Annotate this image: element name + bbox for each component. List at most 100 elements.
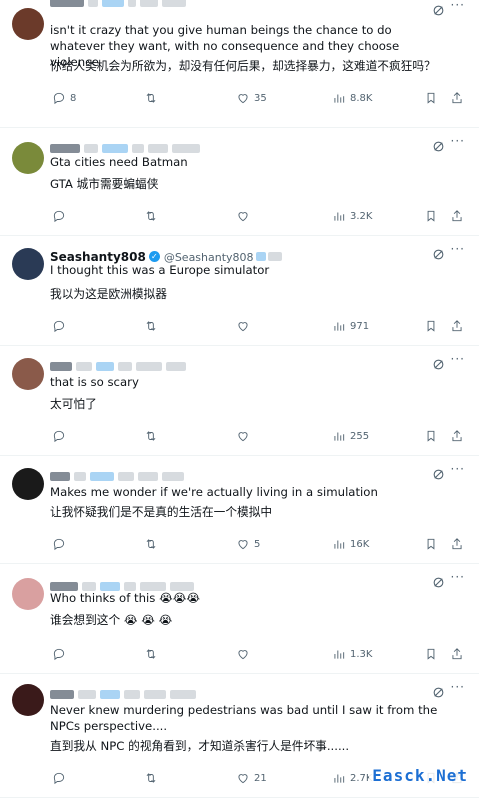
reply-button[interactable] (52, 646, 70, 662)
bookmark-button[interactable] (424, 90, 438, 106)
reply-button[interactable] (52, 536, 70, 552)
grok-icon[interactable] (432, 684, 445, 698)
retweet-button[interactable] (144, 536, 162, 552)
retweet-button[interactable] (144, 428, 162, 444)
blurred-handle (267, 252, 282, 261)
reply-count: 8 (70, 92, 77, 104)
blurred-header (124, 690, 140, 699)
grok-icon[interactable] (432, 574, 445, 588)
blurred-header (50, 690, 74, 699)
like-button[interactable]: 5 (236, 536, 260, 552)
post-translation: 太可怕了 (50, 397, 97, 411)
reply-button[interactable] (52, 428, 70, 444)
reply-button[interactable] (52, 770, 70, 786)
post[interactable]: ··· Who thinks of this 😭😭😭 谁会想到这个 😭 😭 😭 … (0, 564, 479, 674)
more-icon[interactable]: ··· (451, 134, 465, 148)
grok-icon[interactable] (432, 138, 445, 152)
views-count: 1.3K (350, 648, 373, 660)
post[interactable]: ··· Gta cities need Batman GTA 城市需要蝙蝠侠 3… (0, 128, 479, 236)
views-count: 255 (350, 430, 370, 442)
more-icon[interactable]: ··· (451, 0, 465, 12)
action-bar: 971 (52, 318, 464, 334)
blurred-header (50, 472, 70, 481)
views-button[interactable]: 8.8K (332, 90, 372, 106)
blurred-header (50, 362, 72, 371)
like-button[interactable] (236, 646, 254, 662)
bookmark-button[interactable] (424, 536, 438, 552)
post-header (50, 466, 188, 484)
avatar[interactable] (12, 358, 44, 390)
post[interactable]: ··· Makes me wonder if we're actually li… (0, 456, 479, 564)
retweet-button[interactable] (144, 770, 162, 786)
bookmark-button[interactable] (424, 428, 438, 444)
views-button[interactable]: 1.3K (332, 646, 372, 662)
blurred-header (118, 362, 132, 371)
retweet-button[interactable] (144, 646, 162, 662)
action-bar: 8 35 8.8K (52, 90, 464, 106)
views-count: 971 (350, 320, 370, 332)
blurred-header (140, 0, 158, 7)
like-button[interactable] (236, 318, 254, 334)
views-button[interactable]: 971 (332, 318, 369, 334)
post-text: that is so scary (50, 375, 139, 389)
more-icon[interactable]: ··· (451, 680, 465, 694)
avatar[interactable] (12, 142, 44, 174)
blurred-header (88, 0, 98, 7)
post-translation: 谁会想到这个 😭 😭 😭 (50, 613, 173, 627)
views-button[interactable]: 255 (332, 428, 369, 444)
blurred-header (148, 144, 168, 153)
avatar[interactable] (12, 248, 44, 280)
blurred-header (90, 472, 114, 481)
like-button[interactable] (236, 208, 254, 224)
views-count: 8.8K (350, 92, 373, 104)
blurred-header (144, 690, 166, 699)
retweet-button[interactable] (144, 318, 162, 334)
like-button[interactable]: 21 (236, 770, 267, 786)
avatar[interactable] (12, 578, 44, 610)
like-count: 5 (254, 538, 261, 550)
blurred-header (50, 144, 80, 153)
avatar[interactable] (12, 684, 44, 716)
grok-icon[interactable] (432, 246, 445, 260)
views-button[interactable]: 16K (332, 536, 369, 552)
post-header (50, 0, 190, 10)
like-count: 21 (254, 772, 267, 784)
avatar[interactable] (12, 8, 44, 40)
reply-button[interactable] (52, 208, 70, 224)
like-button[interactable] (236, 428, 254, 444)
share-button[interactable] (450, 428, 464, 444)
like-button[interactable]: 35 (236, 90, 267, 106)
avatar[interactable] (12, 468, 44, 500)
share-button[interactable] (450, 318, 464, 334)
share-button[interactable] (450, 208, 464, 224)
views-button[interactable]: 2.7K (332, 770, 372, 786)
blurred-header (74, 472, 86, 481)
share-button[interactable] (450, 536, 464, 552)
reply-button[interactable] (52, 318, 70, 334)
blurred-header (118, 472, 134, 481)
post-translation: 让我怀疑我们是不是真的生活在一个模拟中 (50, 505, 273, 519)
more-icon[interactable]: ··· (451, 462, 465, 476)
post-text: Gta cities need Batman (50, 155, 188, 169)
views-button[interactable]: 3.2K (332, 208, 372, 224)
retweet-button[interactable] (144, 90, 162, 106)
grok-icon[interactable] (432, 2, 445, 16)
retweet-button[interactable] (144, 208, 162, 224)
share-button[interactable] (450, 646, 464, 662)
grok-icon[interactable] (432, 356, 445, 370)
post[interactable]: Seashanty808 ✓ @Seashanty808 ··· I thought… (0, 236, 479, 346)
bookmark-button[interactable] (424, 208, 438, 224)
blurred-header (128, 0, 136, 7)
bookmark-button[interactable] (424, 318, 438, 334)
reply-button[interactable]: 8 (52, 90, 76, 106)
blurred-header (84, 144, 98, 153)
share-button[interactable] (450, 90, 464, 106)
grok-icon[interactable] (432, 466, 445, 480)
bookmark-button[interactable] (424, 646, 438, 662)
action-bar: 255 (52, 428, 464, 444)
more-icon[interactable]: ··· (451, 242, 465, 256)
more-icon[interactable]: ··· (451, 352, 465, 366)
post[interactable]: ··· that is so scary 太可怕了 255 (0, 346, 479, 456)
more-icon[interactable]: ··· (451, 570, 465, 584)
post[interactable]: ··· isn't it crazy that you give human b… (0, 0, 479, 128)
